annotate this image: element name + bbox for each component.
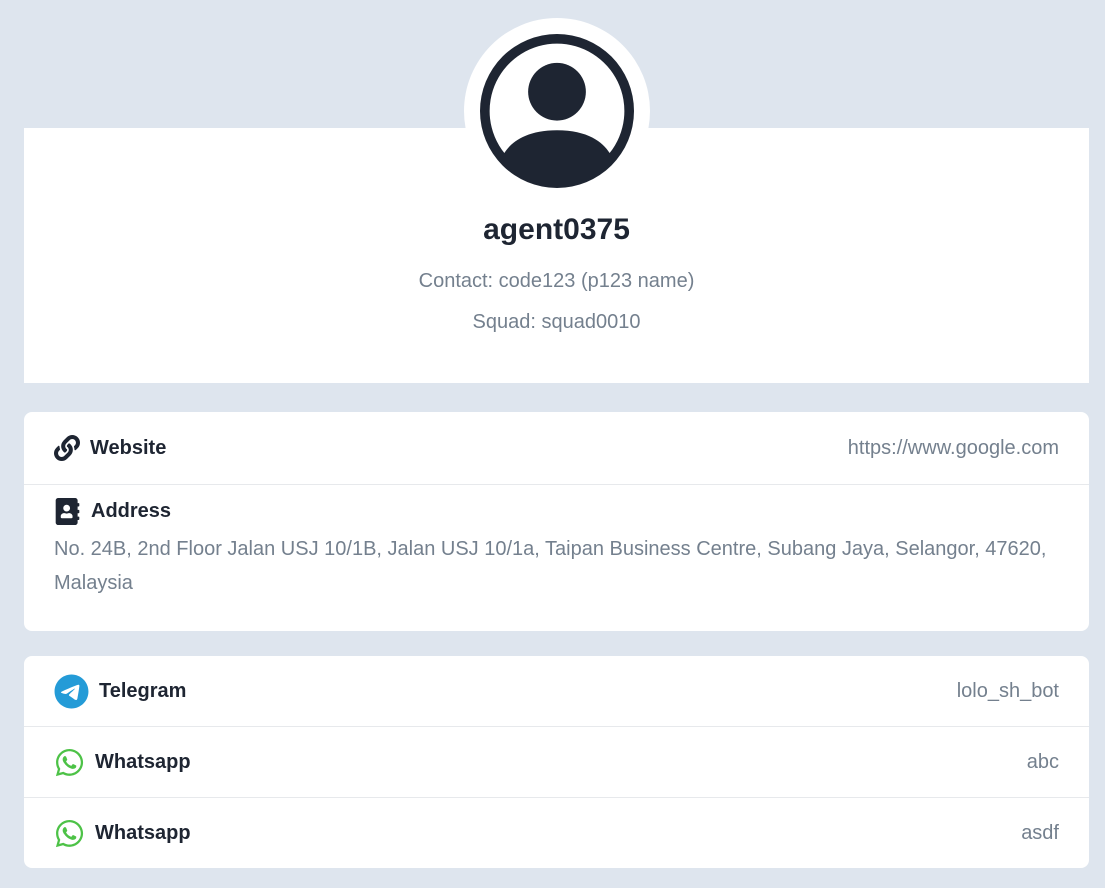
avatar bbox=[464, 18, 650, 204]
whatsapp-label: Whatsapp bbox=[95, 751, 191, 774]
whatsapp-row-2[interactable]: Whatsapp asdf bbox=[24, 797, 1089, 868]
website-label: Website bbox=[90, 437, 166, 460]
telegram-label: Telegram bbox=[99, 680, 186, 703]
whatsapp-label: Whatsapp bbox=[95, 822, 191, 845]
address-book-icon bbox=[54, 498, 81, 525]
profile-squad: Squad: squad0010 bbox=[24, 309, 1089, 335]
address-label: Address bbox=[91, 500, 171, 523]
whatsapp-icon bbox=[54, 818, 85, 849]
whatsapp-value[interactable]: abc bbox=[1027, 751, 1059, 774]
whatsapp-value[interactable]: asdf bbox=[1021, 822, 1059, 845]
link-icon bbox=[54, 435, 80, 461]
profile-name: agent0375 bbox=[24, 212, 1089, 248]
contacts-card: Telegram lolo_sh_bot Whatsapp abc Whatsa… bbox=[24, 656, 1089, 868]
website-value[interactable]: https://www.google.com bbox=[848, 437, 1059, 460]
info-card: Website https://www.google.com Address N… bbox=[24, 412, 1089, 631]
profile-page: agent0375 Contact: code123 (p123 name) S… bbox=[0, 0, 1105, 888]
address-value: No. 24B, 2nd Floor Jalan USJ 10/1B, Jala… bbox=[54, 532, 1059, 600]
telegram-icon bbox=[54, 674, 89, 709]
profile-contact: Contact: code123 (p123 name) bbox=[24, 268, 1089, 294]
website-row[interactable]: Website https://www.google.com bbox=[24, 412, 1089, 485]
telegram-value[interactable]: lolo_sh_bot bbox=[957, 680, 1059, 703]
person-circle-icon bbox=[480, 34, 634, 188]
address-section: Address No. 24B, 2nd Floor Jalan USJ 10/… bbox=[24, 485, 1089, 618]
whatsapp-icon bbox=[54, 747, 85, 778]
telegram-row[interactable]: Telegram lolo_sh_bot bbox=[24, 656, 1089, 726]
whatsapp-row-1[interactable]: Whatsapp abc bbox=[24, 726, 1089, 797]
